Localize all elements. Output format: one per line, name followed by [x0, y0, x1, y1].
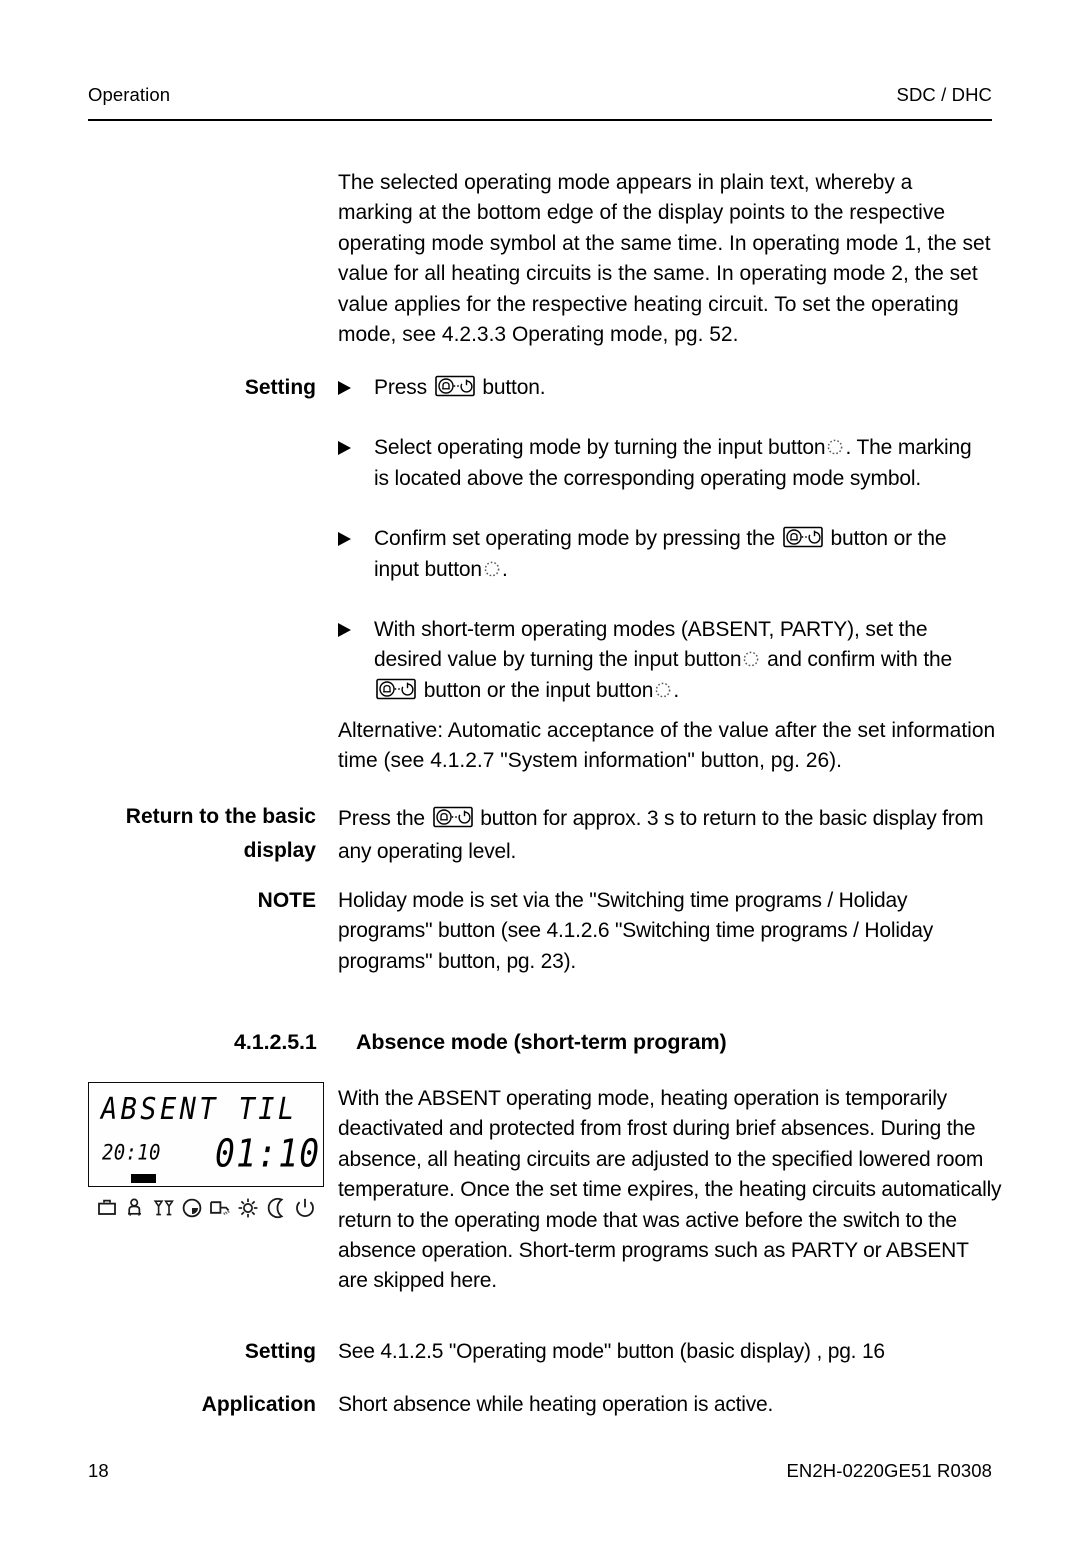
application-text: Short absence while heating operation is… — [338, 1393, 774, 1416]
bullet-text-part3: . — [501, 557, 508, 581]
lcd-remaining-time: 01:10 — [215, 1131, 321, 1176]
page-header: Operation SDC / DHC — [88, 84, 992, 106]
list-item: Press button. — [338, 373, 992, 403]
operating-mode-button-icon — [432, 805, 473, 828]
bullet-text-part1: Select operating mode by turning the inp… — [374, 436, 826, 460]
bullet-arrow-icon — [338, 623, 351, 638]
bullet-text-part2: and confirm with the — [767, 648, 953, 672]
operating-mode-button-icon — [782, 526, 823, 548]
standby-power-symbol — [293, 1196, 317, 1220]
lcd-screen: ABSENT TIL 20:10 01:10 — [88, 1082, 324, 1187]
section-title: Absence mode (short-term program) — [356, 1030, 727, 1054]
list-item: Confirm set operating mode by pressing t… — [338, 524, 992, 585]
lcd-display-figure: ABSENT TIL 20:10 01:10 — [88, 1082, 326, 1224]
bullet-text-part1: Press — [374, 376, 427, 399]
return-label-line1: Return to the basic — [125, 805, 316, 828]
return-label-line2: display — [243, 839, 316, 862]
document-page: Operation SDC / DHC The selected operati… — [0, 0, 1080, 1562]
note-text-block: Holiday mode is set via the "Switching t… — [338, 886, 1002, 977]
return-text-part1: Press the — [338, 807, 425, 830]
input-knob-icon — [483, 557, 501, 576]
list-item: With short-term operating modes (ABSENT,… — [338, 615, 992, 706]
setting-label-text: Setting — [244, 376, 316, 399]
absence-description-block: With the ABSENT operating mode, heating … — [338, 1084, 1002, 1297]
bullet-arrow-icon — [338, 532, 351, 547]
bullet-arrow-icon — [338, 381, 351, 395]
domestic-hot-water-tap-symbol — [208, 1196, 232, 1220]
note-label: NOTE — [88, 886, 338, 916]
application-label-text: Application — [201, 1393, 316, 1416]
night-moon-symbol — [265, 1196, 289, 1220]
note-text: Holiday mode is set via the "Switching t… — [338, 889, 934, 973]
note-label-text: NOTE — [257, 889, 316, 912]
holiday-suitcase-symbol — [95, 1196, 119, 1220]
bullet-text-part4: . — [673, 678, 679, 702]
operating-mode-button-icon — [376, 678, 416, 700]
lcd-mode-marker — [131, 1174, 156, 1183]
section-heading: 4.1.2.5.1 Absence mode (short-term progr… — [234, 1030, 934, 1055]
bullet-arrow-icon — [338, 441, 351, 456]
alternative-paragraph: Alternative: Automatic acceptance of the… — [338, 719, 996, 773]
operating-mode-symbol-row — [88, 1192, 324, 1224]
return-to-basic-display-label: Return to the basic display — [88, 800, 338, 868]
input-knob-icon — [742, 647, 760, 667]
intro-paragraph: The selected operating mode appears in p… — [338, 171, 991, 347]
intro-paragraph-block: The selected operating mode appears in p… — [338, 168, 992, 350]
page-number: 18 — [88, 1460, 109, 1481]
bullet-text-part3: button or the input button — [423, 678, 654, 702]
page-footer: 18 EN2H-0220GE51 R0308 — [88, 1460, 992, 1482]
operating-mode-button-icon — [434, 375, 475, 397]
input-knob-icon — [826, 435, 844, 455]
header-divider — [88, 119, 992, 121]
absent-person-symbol — [123, 1196, 147, 1220]
setting-ref-label: Setting — [88, 1337, 338, 1367]
lcd-current-time: 20:10 — [102, 1141, 161, 1166]
day-sun-symbol — [236, 1196, 260, 1220]
application-label: Application — [88, 1390, 338, 1420]
setting-instructions-list: Press button. Select operating mode by t… — [338, 373, 992, 706]
setting-label: Setting — [88, 373, 338, 403]
lcd-mode-text: ABSENT TIL — [101, 1092, 298, 1127]
setting-ref-label-text: Setting — [244, 1340, 316, 1363]
absence-description: With the ABSENT operating mode, heating … — [338, 1087, 1002, 1293]
document-code: EN2H-0220GE51 R0308 — [786, 1460, 992, 1481]
setting-ref-text: See 4.1.2.5 "Operating mode" button (bas… — [338, 1340, 885, 1363]
header-product-name: SDC / DHC — [896, 84, 992, 105]
bullet-text-part1: Confirm set operating mode by pressing t… — [374, 527, 776, 551]
input-knob-icon — [654, 678, 672, 698]
return-to-basic-display-text: Press the button for approx. 3 s to retu… — [338, 802, 1002, 868]
party-glasses-symbol — [152, 1196, 176, 1220]
list-item: Select operating mode by turning the inp… — [338, 433, 992, 494]
bullet-text-part2: button. — [482, 376, 546, 399]
header-section-title: Operation — [88, 84, 171, 105]
automatic-clock-symbol — [180, 1196, 204, 1220]
section-number: 4.1.2.5.1 — [234, 1030, 317, 1054]
alternative-paragraph-block: Alternative: Automatic acceptance of the… — [338, 716, 1002, 777]
